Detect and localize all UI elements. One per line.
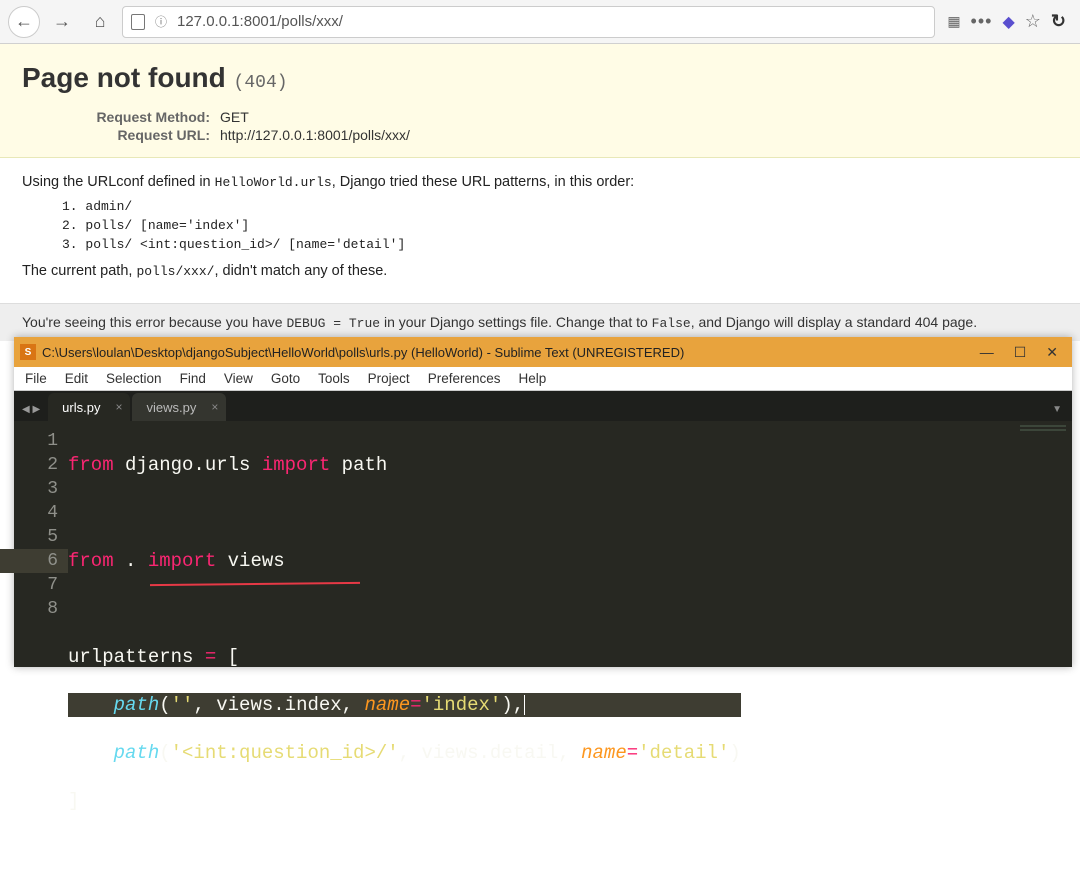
- sublime-menu-bar: File Edit Selection Find View Goto Tools…: [14, 367, 1072, 391]
- more-icon[interactable]: •••: [971, 11, 993, 32]
- sublime-app-icon: S: [20, 344, 36, 360]
- bookmark-star-icon[interactable]: ☆: [1025, 11, 1041, 32]
- menu-goto[interactable]: Goto: [262, 371, 309, 386]
- django-error-header: Page not found (404) Request Method: GET…: [0, 44, 1080, 158]
- text-cursor: [524, 695, 525, 715]
- url-bar[interactable]: ⓘ 127.0.0.1:8001/polls/xxx/: [122, 6, 935, 38]
- request-url-value: http://127.0.0.1:8001/polls/xxx/: [220, 127, 410, 143]
- error-heading: Page not found: [22, 62, 226, 93]
- menu-view[interactable]: View: [215, 371, 262, 386]
- menu-preferences[interactable]: Preferences: [419, 371, 510, 386]
- url-pattern-item: 3. polls/ <int:question_id>/ [name='deta…: [62, 236, 1058, 255]
- request-method-label: Request Method:: [82, 109, 220, 125]
- sublime-window-title: C:\Users\loulan\Desktop\djangoSubject\He…: [42, 345, 980, 360]
- browser-toolbar: ← → ⌂ ⓘ 127.0.0.1:8001/polls/xxx/ ▦ ••• …: [0, 0, 1080, 44]
- minimize-button[interactable]: —: [980, 344, 994, 361]
- tab-history-nav[interactable]: ◀ ▶: [22, 404, 48, 421]
- red-underline-annotation: [150, 582, 360, 586]
- url-pattern-item: 1. admin/: [62, 198, 1058, 217]
- sublime-tab-bar: ◀ ▶ urls.py × views.py × ▼: [14, 391, 1072, 421]
- url-text: 127.0.0.1:8001/polls/xxx/: [177, 13, 343, 30]
- reload-button[interactable]: ↻: [1051, 11, 1066, 32]
- sublime-titlebar[interactable]: S C:\Users\loulan\Desktop\djangoSubject\…: [14, 337, 1072, 367]
- shield-icon: [131, 14, 145, 30]
- menu-find[interactable]: Find: [171, 371, 215, 386]
- maximize-button[interactable]: ☐: [1014, 344, 1027, 361]
- menu-selection[interactable]: Selection: [97, 371, 171, 386]
- info-icon[interactable]: ⓘ: [153, 14, 169, 30]
- nav-home-button[interactable]: ⌂: [84, 6, 116, 38]
- django-error-body: Using the URLconf defined in HelloWorld.…: [0, 158, 1080, 303]
- tab-close-icon[interactable]: ×: [115, 400, 122, 414]
- line-number-gutter: 1 2 3 4 5 6 7 8: [14, 421, 68, 667]
- no-match-message: The current path, polls/xxx/, didn't mat…: [22, 263, 1058, 279]
- tab-views-py[interactable]: views.py ×: [132, 393, 226, 421]
- page-title: Page not found (404): [22, 62, 1058, 95]
- tab-dropdown-icon[interactable]: ▼: [1052, 404, 1072, 421]
- menu-tools[interactable]: Tools: [309, 371, 359, 386]
- request-url-label: Request URL:: [82, 127, 220, 143]
- code-content[interactable]: from django.urls import path from . impo…: [68, 421, 741, 667]
- django-debug-footer: You're seeing this error because you hav…: [0, 303, 1080, 341]
- urlconf-intro: Using the URLconf defined in HelloWorld.…: [22, 174, 1058, 190]
- failed-path: polls/xxx/: [136, 264, 214, 279]
- url-pattern-list: 1. admin/ 2. polls/ [name='index'] 3. po…: [62, 198, 1058, 255]
- menu-edit[interactable]: Edit: [56, 371, 97, 386]
- close-button[interactable]: ✕: [1046, 344, 1058, 361]
- qr-icon[interactable]: ▦: [947, 13, 960, 30]
- request-method-value: GET: [220, 109, 249, 125]
- menu-project[interactable]: Project: [359, 371, 419, 386]
- nav-back-button[interactable]: ←: [8, 6, 40, 38]
- tab-label: views.py: [146, 400, 196, 415]
- minimap[interactable]: [1020, 425, 1066, 455]
- menu-file[interactable]: File: [16, 371, 56, 386]
- tab-close-icon[interactable]: ×: [211, 400, 218, 414]
- request-meta: Request Method: GET Request URL: http://…: [82, 109, 1058, 143]
- toolbar-actions: ▦ ••• ◆ ☆ ↻: [941, 11, 1072, 32]
- status-code: (404): [234, 65, 288, 93]
- urlconf-name: HelloWorld.urls: [215, 175, 332, 190]
- tab-label: urls.py: [62, 400, 100, 415]
- nav-forward-button[interactable]: →: [46, 6, 78, 38]
- code-editor[interactable]: 1 2 3 4 5 6 7 8 from django.urls import …: [14, 421, 1072, 667]
- url-pattern-item: 2. polls/ [name='index']: [62, 217, 1058, 236]
- menu-help[interactable]: Help: [510, 371, 556, 386]
- debug-setting: DEBUG = True: [286, 316, 380, 331]
- extension-icon[interactable]: ◆: [1002, 12, 1014, 32]
- sublime-text-window: S C:\Users\loulan\Desktop\djangoSubject\…: [14, 337, 1072, 667]
- tab-urls-py[interactable]: urls.py ×: [48, 393, 130, 421]
